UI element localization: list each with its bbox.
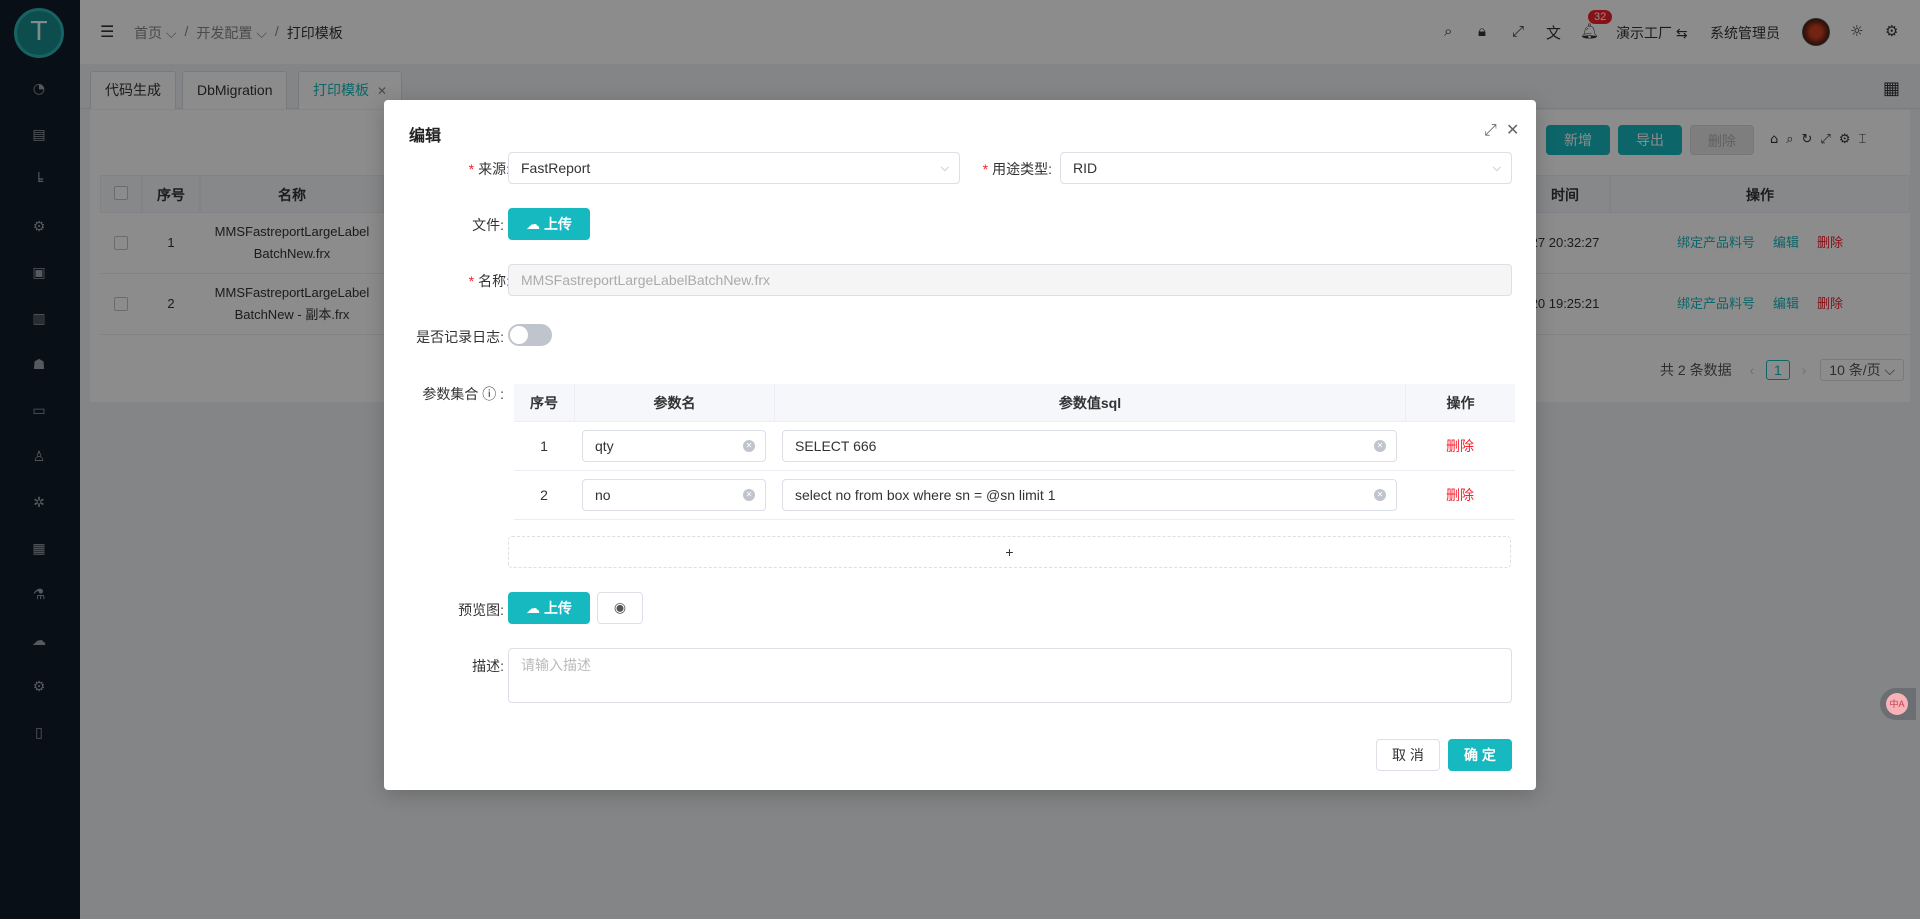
usage-label: * 用途类型:: [982, 161, 1052, 177]
preview-eye-icon[interactable]: ◉: [597, 592, 643, 624]
clear-icon[interactable]: ✕: [1374, 440, 1386, 452]
param-name-cell: qty ✕: [574, 422, 774, 471]
log-label: 是否记录日志:: [416, 329, 504, 345]
param-sql-input[interactable]: select no from box where sn = @sn limit …: [782, 479, 1397, 511]
params-col-name: 参数名: [574, 384, 774, 422]
name-label: * 名称:: [468, 273, 510, 289]
clear-icon[interactable]: ✕: [1374, 489, 1386, 501]
params-col-sql: 参数值sql: [774, 384, 1405, 422]
param-sql-input[interactable]: SELECT 666 ✕: [782, 430, 1397, 462]
desc-label: 描述:: [472, 658, 504, 674]
param-index: 2: [514, 471, 574, 520]
clear-icon[interactable]: ✕: [743, 440, 755, 452]
param-delete-link[interactable]: 删除: [1446, 485, 1474, 505]
add-param-button[interactable]: +: [508, 536, 1511, 568]
cancel-button[interactable]: 取 消: [1376, 739, 1440, 771]
file-label: 文件:: [472, 217, 504, 233]
close-icon[interactable]: ✕: [1506, 120, 1519, 139]
log-toggle[interactable]: [508, 324, 552, 346]
param-op-cell: 删除: [1405, 471, 1515, 520]
param-delete-link[interactable]: 删除: [1446, 436, 1474, 456]
floating-translate-button[interactable]: 中A: [1880, 688, 1916, 720]
param-name-cell: no ✕: [574, 471, 774, 520]
params-col-op: 操作: [1405, 384, 1515, 422]
param-sql-cell: select no from box where sn = @sn limit …: [774, 471, 1405, 520]
name-input[interactable]: MMSFastreportLargeLabelBatchNew.frx: [508, 264, 1512, 296]
desc-textarea[interactable]: 请输入描述: [508, 648, 1512, 703]
clear-icon[interactable]: ✕: [743, 489, 755, 501]
param-name-input[interactable]: no ✕: [582, 479, 766, 511]
source-label: * 来源:: [468, 161, 510, 177]
param-sql-cell: SELECT 666 ✕: [774, 422, 1405, 471]
param-index: 1: [514, 422, 574, 471]
params-label: 参数集合 ⓘ :: [422, 386, 504, 402]
preview-label: 预览图:: [458, 602, 504, 618]
chevron-down-icon: ⌵: [1492, 161, 1501, 174]
confirm-button[interactable]: 确 定: [1448, 739, 1512, 771]
params-col-index: 序号: [514, 384, 574, 422]
edit-dialog: 编辑 ⤢ ✕ * 来源: FastReport ⌵ * 用途类型: RID ⌵ 文件: …: [384, 100, 1536, 790]
translate-icon: 中A: [1886, 693, 1908, 715]
chevron-down-icon: ⌵: [940, 161, 949, 174]
dialog-title: 编辑: [409, 128, 442, 145]
preview-upload-button[interactable]: ☁ 上传: [508, 592, 590, 624]
file-upload-button[interactable]: ☁ 上传: [508, 208, 590, 240]
usage-select[interactable]: RID ⌵: [1060, 152, 1512, 184]
param-op-cell: 删除: [1405, 422, 1515, 471]
param-name-input[interactable]: qty ✕: [582, 430, 766, 462]
source-select[interactable]: FastReport ⌵: [508, 152, 960, 184]
maximize-icon[interactable]: ⤢: [1484, 120, 1497, 140]
